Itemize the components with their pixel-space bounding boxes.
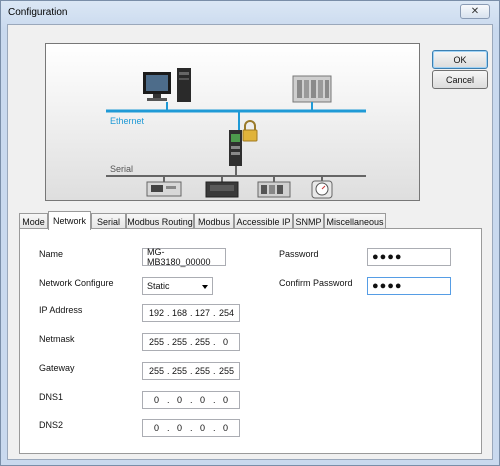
dns2-octet-1: 0 (154, 423, 160, 433)
tab-modbus-routing[interactable]: Modbus Routing (126, 213, 194, 229)
chevron-down-icon (202, 285, 208, 289)
dns1-label: DNS1 (39, 392, 64, 402)
dns1-octet-1: 0 (154, 395, 160, 405)
dns2-octet-4: 0 (223, 423, 229, 433)
netmask-octet-1: 255 (149, 337, 165, 347)
name-field[interactable]: MG-MB3180_00000 (142, 247, 226, 267)
dns2-label: DNS2 (39, 420, 64, 430)
tab-accessible-ip[interactable]: Accessible IP (234, 213, 293, 229)
dns1-input[interactable]: 0 . 0 . 0 . 0 (142, 391, 240, 409)
plc-rack-icon (292, 75, 332, 103)
network-topology-diagram: Ethernet Serial (45, 43, 420, 201)
confirm-password-value: ●●●● (372, 280, 403, 292)
ip-octet-3: 127 (195, 308, 211, 318)
tab-snmp[interactable]: SNMP (293, 213, 324, 229)
password-label: Password (279, 249, 319, 259)
confirm-password-label: Confirm Password (279, 278, 353, 288)
dns2-octet-3: 0 (200, 423, 206, 433)
dns1-octet-3: 0 (200, 395, 206, 405)
netmask-label: Netmask (39, 334, 75, 344)
pc-icon (143, 68, 191, 102)
gateway-input[interactable]: 255 . 255 . 255 . 255 (142, 362, 240, 380)
close-icon: ✕ (470, 5, 480, 17)
ip-octet-1: 192 (149, 308, 165, 318)
name-value: MG-MB3180_00000 (147, 247, 211, 267)
network-configure-select[interactable]: Static (142, 277, 213, 295)
configuration-window: Configuration ✕ Ethernet Serial OK Cance… (0, 0, 500, 466)
network-tab-panel: Name MG-MB3180_00000 Network Configure S… (19, 228, 482, 454)
confirm-password-field[interactable]: ●●●● (367, 277, 451, 295)
network-configure-label: Network Configure (39, 278, 114, 288)
netmask-octet-3: 255 (195, 337, 211, 347)
serial-device-2-icon (205, 181, 239, 198)
netmask-octet-4: 0 (223, 337, 229, 347)
tab-modbus[interactable]: Modbus (194, 213, 234, 229)
ok-button[interactable]: OK (432, 50, 488, 69)
topology-svg: Ethernet Serial (106, 68, 366, 199)
cancel-button[interactable]: Cancel (432, 70, 488, 89)
tab-miscellaneous[interactable]: Miscellaneous (324, 213, 386, 229)
tab-network[interactable]: Network (48, 211, 91, 230)
lock-icon (242, 120, 258, 142)
serial-meter-icon (311, 180, 333, 199)
netmask-octet-2: 255 (172, 337, 188, 347)
password-value: ●●●● (372, 251, 403, 263)
dns1-octet-2: 0 (177, 395, 183, 405)
gateway-octet-1: 255 (149, 366, 165, 376)
tab-serial[interactable]: Serial (91, 213, 126, 229)
gateway-octet-3: 255 (195, 366, 211, 376)
close-button[interactable]: ✕ (460, 4, 490, 19)
dns2-octet-2: 0 (177, 423, 183, 433)
title-bar[interactable]: Configuration ✕ (1, 1, 499, 25)
dns2-input[interactable]: 0 . 0 . 0 . 0 (142, 419, 240, 437)
netmask-input[interactable]: 255 . 255 . 255 . 0 (142, 333, 240, 351)
serial-device-3-icon (257, 181, 291, 198)
ip-address-input[interactable]: 192 . 168 . 127 . 254 (142, 304, 240, 322)
ip-address-label: IP Address (39, 305, 83, 315)
ip-octet-4: 254 (219, 308, 235, 318)
gateway-label: Gateway (39, 363, 75, 373)
password-field[interactable]: ●●●● (367, 248, 451, 266)
dns1-octet-4: 0 (223, 395, 229, 405)
serial-device-1-icon (146, 181, 182, 197)
tab-mode[interactable]: Mode (19, 213, 48, 229)
network-configure-value: Static (147, 281, 170, 291)
name-label: Name (39, 249, 64, 259)
window-title: Configuration (8, 7, 68, 18)
gateway-octet-4: 255 (219, 366, 235, 376)
gateway-device-icon (229, 130, 242, 166)
dialog-body: Ethernet Serial OK Cancel Mode Network S… (7, 24, 493, 460)
ip-octet-2: 168 (172, 308, 188, 318)
ethernet-label: Ethernet (110, 116, 145, 126)
serial-label: Serial (110, 164, 133, 174)
gateway-octet-2: 255 (172, 366, 188, 376)
